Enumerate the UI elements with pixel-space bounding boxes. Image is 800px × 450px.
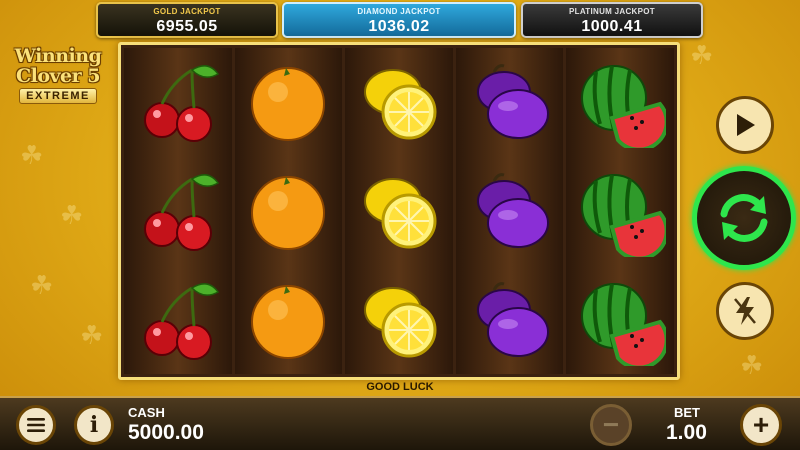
logo-line2: Clover 5 [16,65,101,87]
plum-icon [476,281,549,357]
logo-subtitle: EXTREME [19,88,97,104]
watermelon-icon [581,282,667,366]
gold-jackpot: GOLD JACKPOT 6955.05 [96,2,278,38]
clover-decoration-icon: ☘ [690,40,714,70]
lemon-symbol [350,53,448,151]
watermelon-symbol [571,162,669,260]
plum-symbol [461,162,559,260]
orange-icon [251,284,326,359]
clover-decoration-icon: ☘ [60,200,84,230]
menu-button[interactable] [16,405,56,445]
cash-label: CASH [128,405,165,420]
hamburger-menu-icon [27,418,45,432]
cherry-icon [143,174,219,251]
gold-jackpot-label: GOLD JACKPOT [153,7,221,16]
lemon-icon [363,69,437,140]
increase-bet-button[interactable]: + [740,404,782,446]
watermelon-icon [581,65,667,149]
reel-3 [345,48,453,374]
clover-decoration-icon: ☘ [80,320,104,350]
orange-symbol [239,53,337,151]
cherry-symbol [129,271,227,369]
bet-value: 1.00 [666,421,707,444]
bottom-bar: i CASH 5000.00 − BET 1.00 + [0,396,800,450]
diamond-jackpot-label: DIAMOND JACKPOT [357,7,441,16]
logo-line1: Winning [14,45,102,67]
plum-symbol [461,53,559,151]
clover-decoration-icon: ☘ [20,140,44,170]
play-button[interactable] [716,96,774,154]
play-icon [737,114,755,136]
lemon-icon [363,177,437,249]
status-message: GOOD LUCK [366,381,434,393]
bet-label: BET [674,405,700,420]
autospin-arrows-icon [720,194,768,242]
orange-icon [251,67,326,142]
diamond-jackpot-value: 1036.02 [368,18,430,35]
plum-icon [476,64,549,140]
diamond-jackpot: DIAMOND JACKPOT 1036.02 [282,2,516,38]
lemon-symbol [350,271,448,369]
orange-symbol [239,271,337,369]
lightning-icon [734,297,756,325]
cherry-symbol [129,162,227,260]
decrease-bet-button[interactable]: − [590,404,632,446]
clover-decoration-icon: ☘ [740,350,764,380]
cash-value: 5000.00 [128,421,204,444]
platinum-jackpot: PLATINUM JACKPOT 1000.41 [521,2,703,38]
watermelon-symbol [571,53,669,151]
turbo-button[interactable] [716,282,774,340]
watermelon-icon [581,173,667,257]
reel-1 [124,48,232,374]
orange-symbol [239,162,337,260]
orange-icon [251,175,326,250]
plum-symbol [461,271,559,369]
platinum-jackpot-value: 1000.41 [581,18,643,35]
info-button[interactable]: i [74,405,114,445]
cherry-icon [143,65,219,143]
watermelon-symbol [571,271,669,369]
reel-area [118,42,680,380]
reel-2 [234,48,343,374]
game-logo: Winning Clover 5 EXTREME [4,46,112,104]
platinum-jackpot-label: PLATINUM JACKPOT [569,7,655,16]
reel-5 [566,48,674,374]
reel-4 [455,48,564,374]
plum-icon [476,173,549,248]
lemon-symbol [350,162,448,260]
clover-decoration-icon: ☘ [30,270,54,300]
gold-jackpot-value: 6955.05 [156,18,218,35]
spin-button[interactable] [692,166,796,270]
cherry-symbol [129,53,227,151]
lemon-icon [363,286,437,358]
cherry-icon [143,282,219,360]
